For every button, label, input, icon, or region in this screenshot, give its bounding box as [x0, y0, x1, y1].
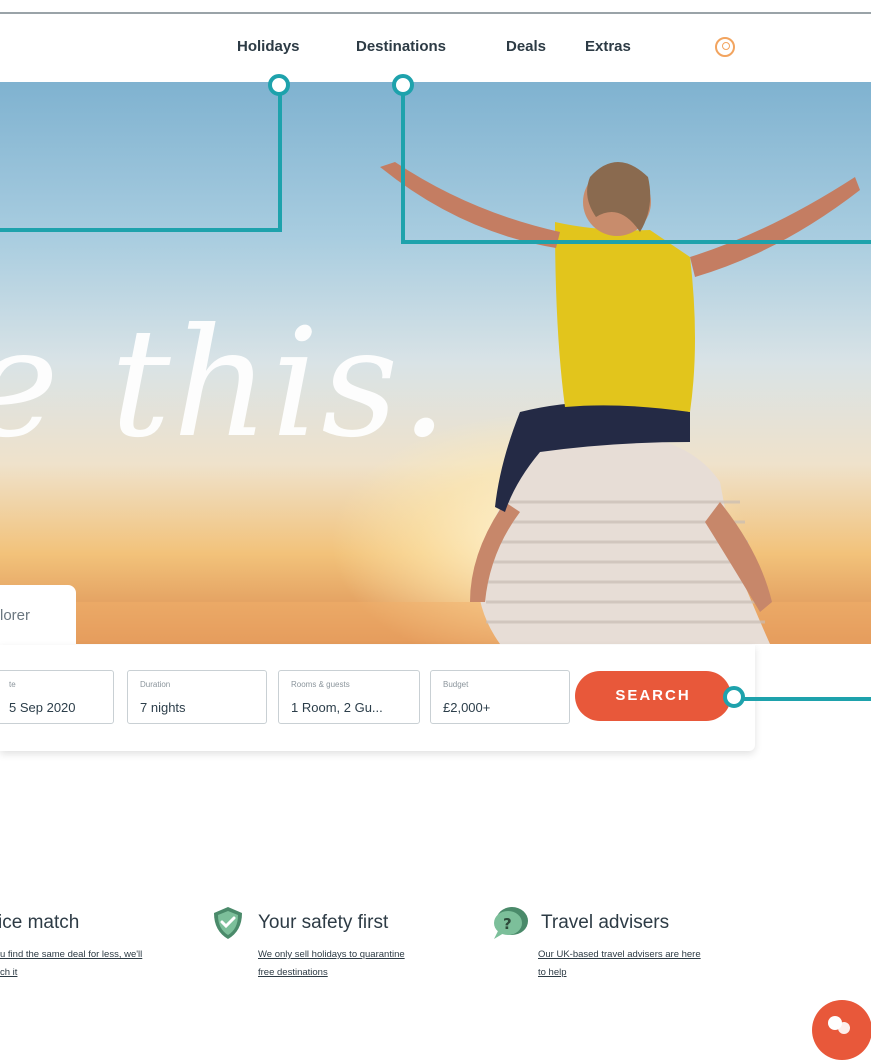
nav-item-holidays[interactable]: Holidays — [237, 38, 300, 55]
chat-launcher-button[interactable] — [812, 1000, 871, 1060]
usp-safety-line2: free destinations — [258, 967, 328, 978]
nav-item-deals[interactable]: Deals — [506, 38, 546, 55]
usp-advisers-title: Travel advisers — [541, 912, 670, 933]
main-nav: Holidays Destinations Deals Extras — [0, 36, 871, 64]
usp-price-match-text[interactable]: u find the same deal for less, we'll ch … — [0, 946, 142, 982]
callout-dot-destinations — [392, 74, 414, 96]
usp-safety-title: Your safety first — [258, 912, 389, 933]
callout-dot-holidays — [268, 74, 290, 96]
rooms-guests-field-label: Rooms & guests — [291, 680, 350, 689]
usp-price-match-line2: ch it — [0, 967, 18, 978]
callout-line-search — [740, 697, 871, 701]
budget-field[interactable]: Budget £2,000+ — [430, 670, 570, 724]
usp-price-match-title: ice match — [0, 912, 80, 933]
nav-item-extras[interactable]: Extras — [585, 38, 631, 55]
duration-field-label: Duration — [140, 680, 171, 689]
usp-advisers-text[interactable]: Our UK-based travel advisers are here to… — [538, 946, 701, 982]
search-button[interactable]: SEARCH — [575, 671, 731, 721]
child-shirt — [555, 222, 695, 412]
search-tab-label: lorer — [0, 607, 31, 624]
usp-safety-line1: We only sell holidays to quarantine — [258, 949, 405, 960]
speech-bubble-icon: ? — [494, 907, 528, 939]
hero-script-text: e this. — [0, 297, 450, 471]
callout-box-holidays — [0, 88, 282, 232]
svg-text:?: ? — [503, 915, 512, 933]
usp-advisers-line1: Our UK-based travel advisers are here — [538, 949, 701, 960]
usp-price-match-line1: u find the same deal for less, we'll — [0, 949, 143, 960]
usp-advisers-line2: to help — [538, 967, 567, 978]
date-field[interactable]: te 5 Sep 2020 — [0, 670, 114, 724]
callout-dot-search — [723, 686, 745, 708]
usp-safety-text[interactable]: We only sell holidays to quarantine free… — [258, 946, 405, 982]
chat-bubble-secondary — [838, 1022, 850, 1034]
date-field-label: te — [9, 680, 16, 689]
duration-field-value: 7 nights — [140, 700, 186, 715]
user-icon[interactable] — [715, 37, 735, 57]
top-divider — [0, 12, 871, 14]
duration-field[interactable]: Duration 7 nights — [127, 670, 267, 724]
callout-box-destinations — [401, 88, 871, 244]
search-tab[interactable]: lorer — [0, 585, 76, 647]
budget-field-value: £2,000+ — [443, 700, 491, 715]
rooms-guests-field-value: 1 Room, 2 Gu... — [291, 700, 383, 715]
nav-item-destinations[interactable]: Destinations — [356, 38, 446, 55]
budget-field-label: Budget — [443, 680, 469, 689]
shield-check-icon — [214, 907, 242, 939]
date-field-value: 5 Sep 2020 — [9, 700, 76, 715]
rooms-guests-field[interactable]: Rooms & guests 1 Room, 2 Gu... — [278, 670, 420, 724]
